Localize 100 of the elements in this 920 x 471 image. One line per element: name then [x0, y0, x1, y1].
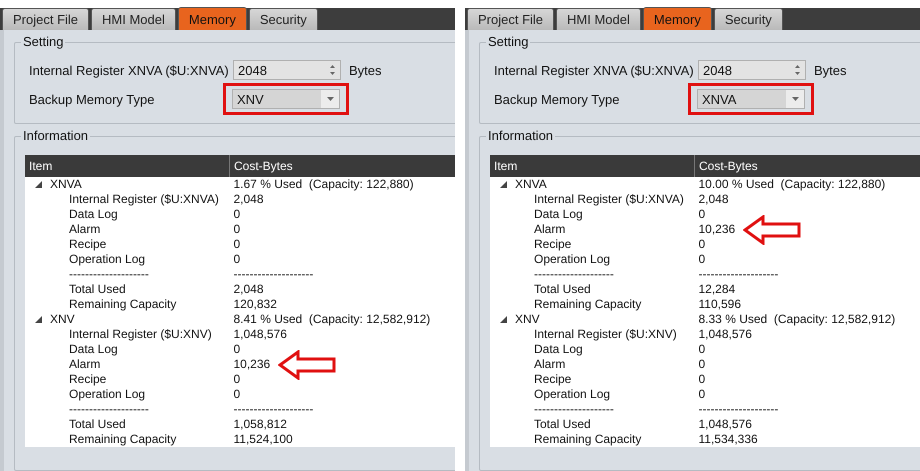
table-cell: 110,596: [698, 297, 741, 312]
table-cell: 0: [234, 207, 240, 222]
table-cell: 0: [698, 372, 706, 387]
table-cell: 120,832: [234, 297, 277, 312]
callout-arrow-icon: [743, 214, 802, 244]
table-cell: 10.00 % Used (Capacity: 122,880): [698, 177, 886, 191]
unit-label: Bytes: [814, 62, 847, 78]
table-cell: Total Used: [534, 417, 591, 431]
group-title: Information: [21, 128, 90, 143]
spin-field[interactable]: 2048: [233, 60, 341, 80]
table-cell: Alarm: [69, 222, 100, 236]
tree-item[interactable]: XNVA: [50, 177, 82, 192]
table-cell: Total Used: [69, 417, 126, 431]
table-cell: 0: [234, 222, 240, 237]
unit-label: Bytes: [349, 62, 382, 78]
dropdown-field[interactable]: XNV: [232, 89, 340, 109]
group-title: Setting: [21, 34, 66, 49]
table-cell: 2,048: [698, 192, 729, 207]
table-cell: 11,524,100: [234, 432, 293, 447]
tab[interactable]: Memory: [178, 7, 247, 30]
tab[interactable]: Security: [248, 8, 318, 30]
table-cell: Internal Register ($U:XNVA): [534, 192, 684, 206]
table-cell: 1.67 % Used (Capacity: 122,880): [234, 177, 414, 191]
table-cell: 0: [698, 357, 706, 372]
table-cell: Remaining Capacity: [69, 297, 176, 311]
table-cell: 0: [698, 252, 706, 267]
table-cell: 0: [234, 342, 240, 357]
tree-item[interactable]: XNVA: [515, 177, 547, 192]
table-cell: 10,236: [234, 357, 270, 372]
table-cell: Internal Register ($U:XNV): [534, 327, 677, 341]
expanded-triangle-icon[interactable]: [500, 316, 507, 323]
column-header: Item: [25, 155, 230, 177]
table-cell: Data Log: [69, 342, 118, 356]
table-cell: 11,534,336: [698, 432, 758, 447]
tree-item[interactable]: XNV: [50, 312, 75, 327]
dropdown-arrow-icon[interactable]: [326, 97, 334, 101]
table-cell: Alarm: [534, 222, 566, 236]
group-title: Information: [486, 128, 556, 143]
column-header: Cost-Bytes: [230, 155, 455, 177]
dropdown-arrow-icon[interactable]: [792, 97, 798, 101]
spin-field[interactable]: 2048: [698, 60, 806, 80]
table-cell: 2,048: [234, 192, 264, 207]
tab[interactable]: HMI Model: [91, 8, 176, 30]
table-cell: Internal Register ($U:XNV): [69, 327, 212, 341]
tab[interactable]: Project File: [2, 8, 90, 30]
table-cell: 0: [698, 207, 706, 222]
table-cell: Recipe: [69, 237, 106, 251]
table-cell: Operation Log: [534, 252, 610, 266]
table-cell: Remaining Capacity: [69, 432, 176, 446]
spin-arrows-icon[interactable]: [329, 64, 336, 76]
tab[interactable]: Project File: [467, 8, 554, 30]
table-cell: 8.33 % Used (Capacity: 12,582,912): [698, 312, 896, 326]
tab[interactable]: HMI Model: [556, 8, 641, 30]
table-cell: Recipe: [534, 237, 572, 251]
table-cell: Remaining Capacity: [534, 297, 642, 311]
table-cell: 1,058,812: [234, 417, 287, 432]
expanded-triangle-icon[interactable]: [500, 181, 507, 188]
spin-arrows-icon[interactable]: [794, 64, 801, 76]
table-cell: 1,048,576: [698, 417, 752, 432]
field-label: Backup Memory Type: [494, 92, 620, 106]
table-cell: Recipe: [69, 372, 106, 386]
group-title: Setting: [486, 34, 530, 49]
table-cell: 12,284: [698, 282, 736, 297]
callout-arrow-icon: [278, 350, 336, 380]
table-cell: 1,048,576: [234, 327, 287, 342]
table-cell: Operation Log: [534, 387, 610, 401]
table-cell: 0: [698, 342, 706, 357]
tab[interactable]: Memory: [642, 7, 712, 30]
table-cell: --------------------: [698, 402, 778, 417]
table-cell: 0: [698, 237, 706, 252]
tree-item[interactable]: XNV: [515, 312, 540, 327]
table-cell: Operation Log: [69, 387, 146, 401]
table-cell: Data Log: [534, 207, 583, 221]
table-cell: 0: [234, 387, 240, 402]
table-cell: 0: [698, 387, 706, 402]
table-cell: Total Used: [69, 282, 126, 296]
table-cell: Operation Log: [69, 252, 146, 266]
table-cell: --------------------: [534, 402, 614, 416]
table-cell: --------------------: [69, 267, 149, 281]
column-header: Item: [490, 155, 694, 177]
expanded-triangle-icon[interactable]: [35, 316, 42, 323]
table-cell: --------------------: [234, 402, 314, 417]
table-cell: Data Log: [534, 342, 583, 356]
table-cell: Total Used: [534, 282, 591, 296]
table-cell: 10,236: [698, 222, 736, 237]
table-cell: Remaining Capacity: [534, 432, 642, 446]
table-cell: Recipe: [534, 372, 572, 386]
dropdown-field[interactable]: XNVA: [697, 89, 805, 109]
table-cell: 2,048: [234, 282, 264, 297]
expanded-triangle-icon[interactable]: [35, 181, 42, 188]
table-cell: --------------------: [234, 267, 314, 282]
table-cell: 0: [234, 237, 240, 252]
table-cell: 1,048,576: [698, 327, 752, 342]
tab[interactable]: Security: [714, 8, 783, 30]
table-cell: Internal Register ($U:XNVA): [69, 192, 219, 206]
table-cell: 0: [234, 372, 240, 387]
table-cell: 0: [234, 252, 240, 267]
table-cell: Alarm: [534, 357, 566, 371]
table-cell: --------------------: [534, 267, 614, 281]
table-cell: 8.41 % Used (Capacity: 12,582,912): [234, 312, 430, 326]
